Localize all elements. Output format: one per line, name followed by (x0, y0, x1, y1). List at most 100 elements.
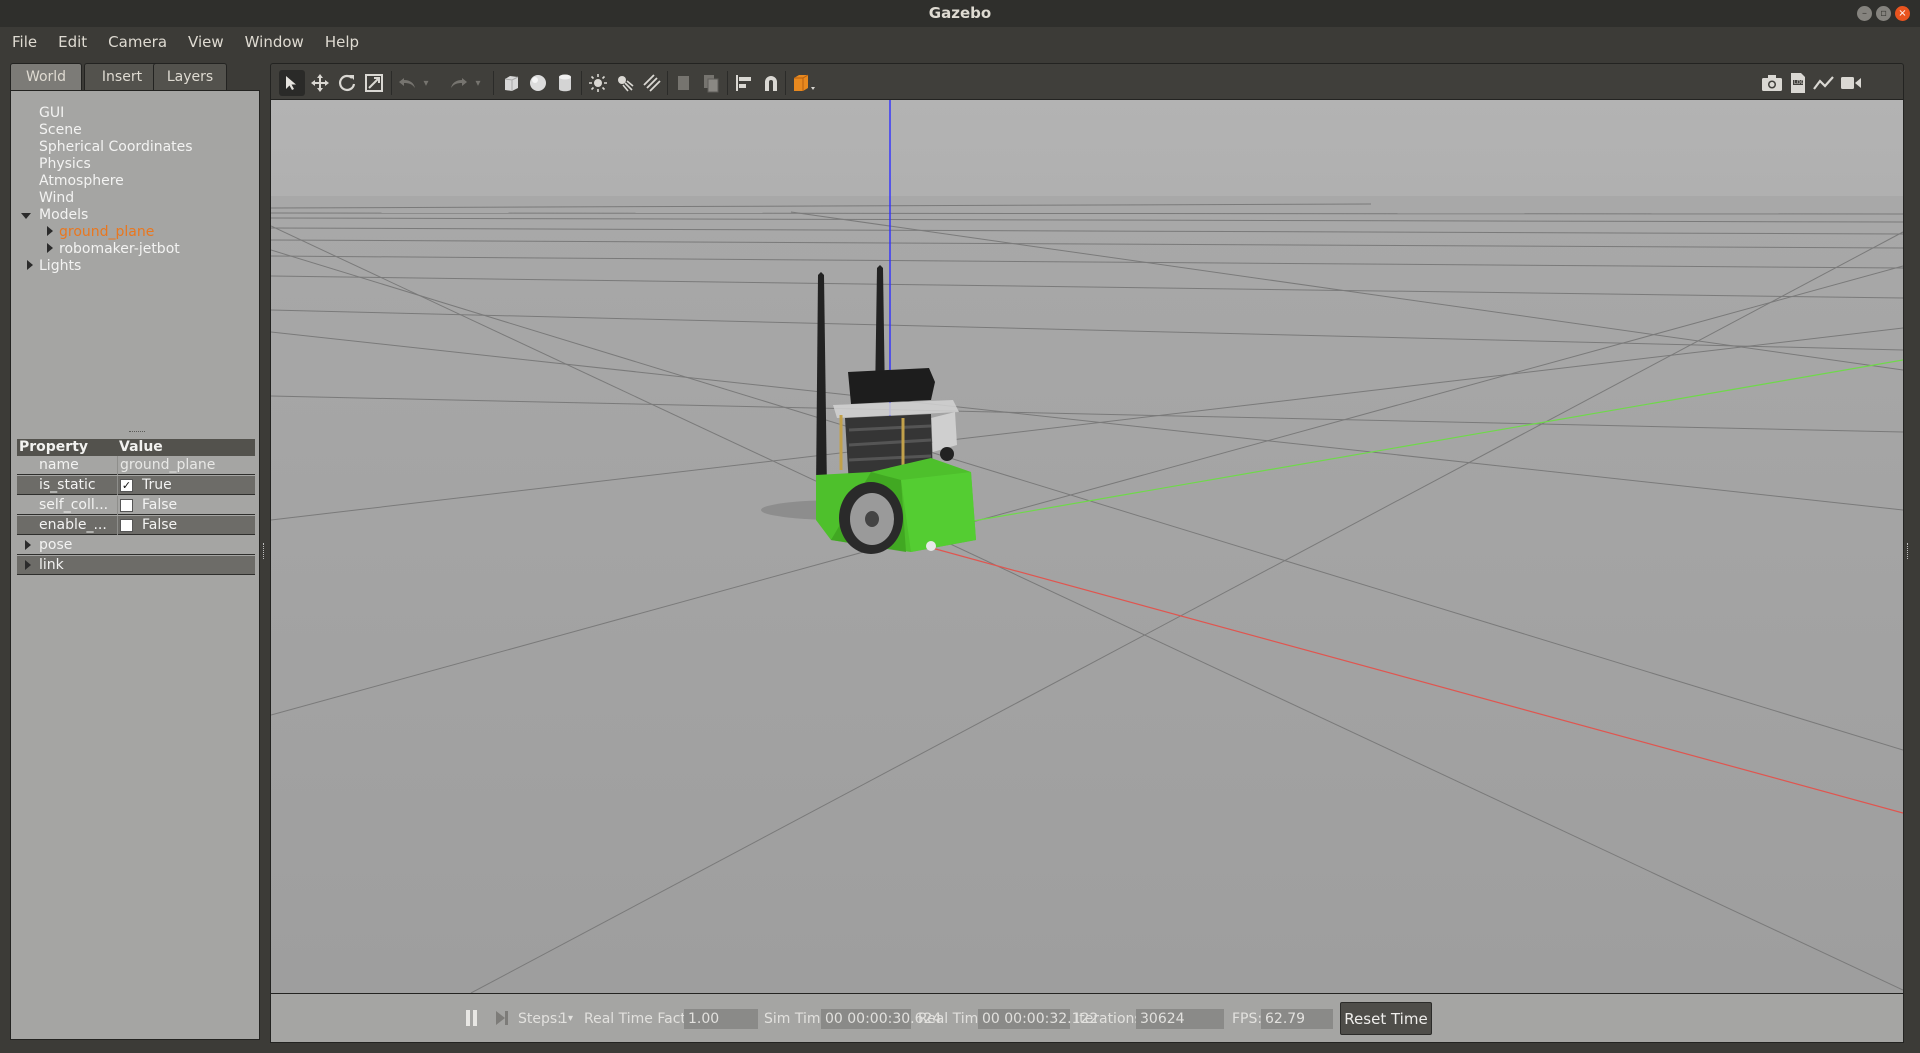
cylinder-icon[interactable] (552, 70, 578, 96)
world-panel: GUI Scene Spherical Coordinates Physics … (10, 90, 260, 1040)
column-divider (117, 496, 118, 515)
tab-world[interactable]: World (10, 63, 82, 91)
property-key: name (39, 457, 79, 473)
property-column-header: Property (19, 439, 89, 455)
panel-splitter[interactable] (129, 431, 145, 433)
spot-light-icon[interactable] (612, 70, 638, 96)
steps-label: Steps: (518, 1011, 562, 1027)
collapse-arrow-icon[interactable] (25, 560, 31, 570)
collapse-arrow-icon[interactable] (27, 260, 33, 270)
steps-dropdown-icon[interactable]: ▾ (568, 1013, 573, 1024)
reset-time-button[interactable]: Reset Time (1340, 1002, 1432, 1035)
collapse-arrow-icon[interactable] (47, 243, 53, 253)
property-value: True (142, 477, 172, 493)
point-light-icon[interactable] (585, 70, 611, 96)
checkbox-checked[interactable]: ✓ (120, 479, 133, 492)
maximize-button[interactable]: ▫ (1876, 6, 1891, 21)
toolbar-separator (581, 71, 582, 95)
property-group-pose[interactable]: pose (17, 536, 255, 555)
paste-icon[interactable] (698, 70, 724, 96)
left-panel-resize-handle[interactable] (263, 543, 265, 559)
right-panel-resize-handle[interactable] (1907, 543, 1909, 559)
fps-label: FPS: (1232, 1011, 1263, 1027)
step-forward-icon[interactable] (494, 1009, 510, 1027)
left-panel: World Insert Layers GUI Scene Spherical … (10, 63, 264, 1042)
sky-background (271, 100, 1903, 196)
collapse-arrow-icon[interactable] (47, 226, 53, 236)
menu-camera[interactable]: Camera (96, 27, 176, 57)
toolbar-separator (727, 71, 728, 95)
menu-window[interactable]: Window (233, 27, 313, 57)
property-group-label: pose (39, 537, 73, 553)
fps-field: 62.79 (1261, 1009, 1333, 1029)
tree-item-atmosphere[interactable]: Atmosphere (39, 173, 124, 190)
select-arrow-icon[interactable] (279, 70, 305, 96)
tree-item-gui[interactable]: GUI (39, 105, 64, 122)
scale-icon[interactable] (361, 70, 387, 96)
property-row-enable-wind[interactable]: enable_... False (17, 516, 255, 535)
tree-item-robomaker-jetbot[interactable]: robomaker-jetbot (59, 241, 180, 258)
toolbar-separator (667, 71, 668, 95)
snap-magnet-icon[interactable] (758, 70, 784, 96)
view-angle-icon[interactable] (789, 70, 821, 96)
3d-scene-viewport[interactable] (270, 100, 1904, 993)
column-divider (117, 456, 118, 475)
undo-icon[interactable] (395, 70, 421, 96)
steps-spinbox[interactable]: 1 (559, 1011, 568, 1027)
property-key: self_coll... (39, 497, 109, 513)
box-icon[interactable] (498, 70, 524, 96)
value-column-header: Value (119, 439, 163, 455)
tab-layers[interactable]: Layers (153, 63, 227, 91)
plot-icon[interactable] (1811, 70, 1837, 96)
property-row-is-static[interactable]: is_static ✓ True (17, 476, 255, 495)
tree-item-spherical-coordinates[interactable]: Spherical Coordinates (39, 139, 193, 156)
tree-item-scene[interactable]: Scene (39, 122, 82, 139)
menu-file[interactable]: File (0, 27, 46, 57)
property-key: is_static (39, 477, 96, 493)
pause-icon[interactable] (465, 1009, 479, 1027)
close-button[interactable]: × (1895, 6, 1910, 21)
align-icon[interactable] (731, 70, 757, 96)
sphere-icon[interactable] (525, 70, 551, 96)
directional-light-icon[interactable] (639, 70, 665, 96)
tree-item-ground-plane[interactable]: ground_plane (59, 224, 154, 241)
property-row-self-collide[interactable]: self_coll... False (17, 496, 255, 515)
iterations-field: 30624 (1136, 1009, 1224, 1029)
video-record-icon[interactable] (1838, 70, 1864, 96)
toolbar-separator (785, 71, 786, 95)
tree-item-physics[interactable]: Physics (39, 156, 91, 173)
log-icon[interactable]: LOG (1785, 70, 1811, 96)
minimize-button[interactable]: – (1857, 6, 1872, 21)
property-value: ground_plane (120, 457, 216, 473)
redo-icon[interactable] (445, 70, 471, 96)
checkbox-unchecked[interactable] (120, 519, 133, 532)
tree-item-models[interactable]: Models (39, 207, 88, 224)
menu-edit[interactable]: Edit (46, 27, 96, 57)
screenshot-camera-icon[interactable] (1759, 70, 1785, 96)
tree-item-lights[interactable]: Lights (39, 258, 81, 275)
window-title: Gazebo (928, 4, 992, 22)
property-row-name[interactable]: name ground_plane (17, 456, 255, 475)
property-group-label: link (39, 557, 64, 573)
menu-view[interactable]: View (176, 27, 233, 57)
tree-item-wind[interactable]: Wind (39, 190, 74, 207)
property-value: False (142, 517, 178, 533)
property-value: False (142, 497, 178, 513)
menu-bar: File Edit Camera View Window Help (0, 27, 1920, 57)
scene-render[interactable] (271, 100, 1903, 993)
undo-history-dropdown-icon[interactable]: ▾ (419, 70, 433, 96)
real-time-field: 00 00:00:32.122 (978, 1009, 1098, 1029)
tab-insert[interactable]: Insert (84, 63, 160, 91)
translate-icon[interactable] (307, 70, 333, 96)
column-divider (117, 476, 118, 495)
checkbox-unchecked[interactable] (120, 499, 133, 512)
property-group-link[interactable]: link (17, 556, 255, 575)
property-key: enable_... (39, 517, 107, 533)
expand-arrow-icon[interactable] (21, 213, 31, 219)
menu-help[interactable]: Help (313, 27, 368, 57)
property-header: Property Value (17, 439, 255, 456)
copy-icon[interactable] (671, 70, 697, 96)
rotate-icon[interactable] (334, 70, 360, 96)
collapse-arrow-icon[interactable] (25, 540, 31, 550)
redo-history-dropdown-icon[interactable]: ▾ (471, 70, 485, 96)
